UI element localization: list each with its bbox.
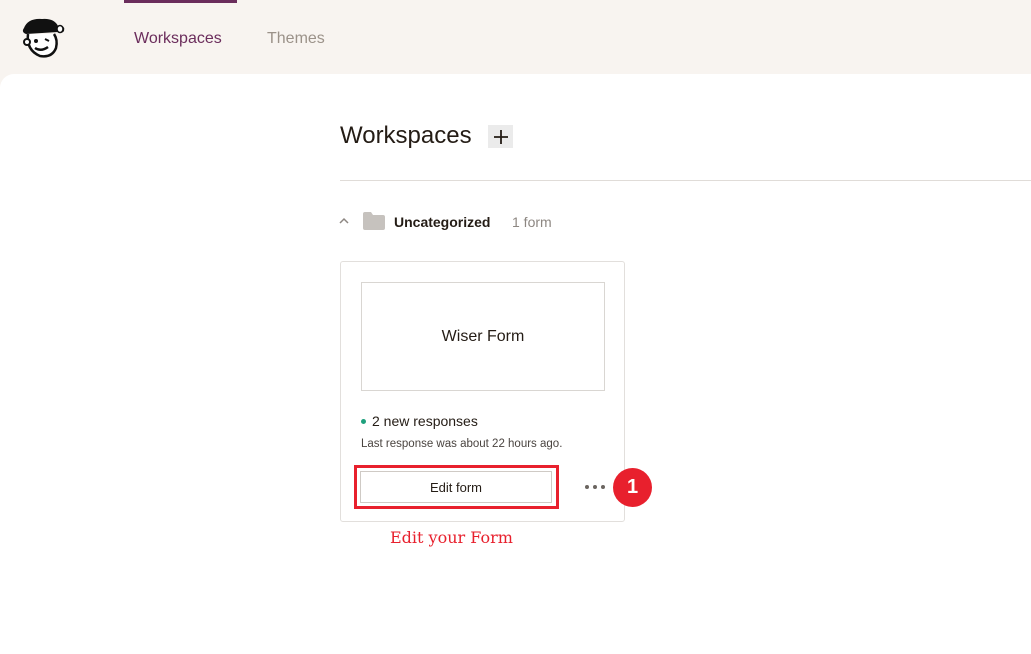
step-number-badge: 1 bbox=[613, 468, 652, 507]
form-preview[interactable]: Wiser Form bbox=[361, 282, 605, 391]
plus-icon bbox=[493, 129, 508, 144]
folder-icon bbox=[363, 212, 385, 230]
mailchimp-logo-icon[interactable] bbox=[18, 14, 66, 60]
edit-form-button[interactable]: Edit form bbox=[360, 471, 552, 503]
annotation-caption: Edit your Form bbox=[390, 528, 513, 547]
new-response-indicator bbox=[361, 419, 366, 424]
tab-workspaces[interactable]: Workspaces bbox=[134, 29, 222, 49]
form-title: Wiser Form bbox=[441, 327, 525, 345]
new-responses-text[interactable]: 2 new responses bbox=[372, 413, 478, 429]
tab-themes[interactable]: Themes bbox=[267, 29, 325, 49]
more-dots-icon bbox=[585, 485, 605, 489]
add-workspace-button[interactable] bbox=[488, 125, 513, 148]
page-title: Workspaces bbox=[340, 122, 472, 149]
active-tab-indicator bbox=[124, 0, 237, 3]
last-response-text: Last response was about 22 hours ago. bbox=[361, 438, 563, 450]
more-options-button[interactable] bbox=[582, 477, 610, 497]
workspace-name[interactable]: Uncategorized bbox=[394, 214, 490, 230]
workspace-form-count: 1 form bbox=[512, 214, 552, 230]
chevron-up-icon[interactable] bbox=[337, 214, 351, 228]
top-navigation-bar: Workspaces Themes bbox=[0, 0, 1031, 75]
section-divider bbox=[340, 180, 1031, 181]
